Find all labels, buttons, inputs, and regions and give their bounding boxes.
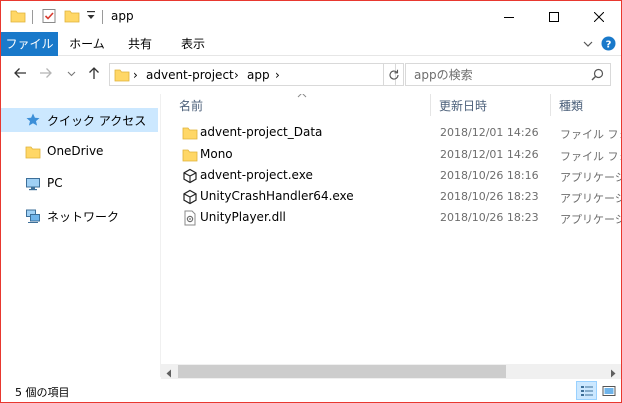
- refresh-button[interactable]: [383, 63, 404, 86]
- unity-icon: [182, 189, 198, 208]
- breadcrumb-chevron-icon[interactable]: ›: [234, 68, 239, 82]
- file-type: アプリケーション: [560, 213, 621, 226]
- scrollbar-thumb[interactable]: [178, 365, 506, 378]
- refresh-icon: [388, 69, 399, 80]
- file-date: 2018/10/26 18:16: [440, 169, 539, 182]
- breadcrumb-advent-project[interactable]: advent-project: [146, 68, 234, 82]
- minimize-icon: [503, 16, 514, 18]
- maximize-button[interactable]: [531, 1, 576, 32]
- file-name: UnityCrashHandler64.exe: [200, 189, 354, 203]
- minimize-button[interactable]: [486, 1, 531, 32]
- breadcrumb-chevron-icon[interactable]: ›: [133, 68, 138, 82]
- status-bar: 5 個の項目: [1, 379, 621, 402]
- column-divider[interactable]: [430, 94, 431, 116]
- sidebar-item-pc[interactable]: PC: [1, 172, 158, 196]
- back-arrow-icon[interactable]: [13, 66, 27, 80]
- close-icon: [593, 11, 604, 22]
- recent-locations-icon[interactable]: [67, 69, 76, 78]
- unity-icon: [182, 168, 198, 187]
- file-type: ファイル フォル: [560, 150, 621, 163]
- search-icon[interactable]: [591, 68, 604, 84]
- up-arrow-icon[interactable]: [87, 66, 101, 80]
- tab-home[interactable]: ホーム: [61, 32, 113, 56]
- tab-view[interactable]: 表示: [167, 32, 219, 56]
- folder-icon: [10, 8, 26, 27]
- sidebar-item-quick-access[interactable]: クイック アクセス: [1, 108, 158, 132]
- file-name: Mono: [200, 147, 233, 161]
- navigation-bar: › advent-project › app ›: [1, 56, 621, 94]
- svg-text:?: ?: [606, 40, 612, 51]
- column-header-name[interactable]: 名前: [179, 97, 203, 119]
- large-icons-view-icon: [602, 385, 615, 396]
- details-view-icon: [580, 385, 593, 396]
- dll-icon: [182, 210, 198, 229]
- file-name: advent-project.exe: [200, 168, 313, 182]
- file-row-unity-player-dll[interactable]: UnityPlayer.dll 2018/10/26 18:23 アプリケーショ…: [171, 207, 621, 228]
- sidebar-item-onedrive[interactable]: OneDrive: [1, 140, 158, 164]
- help-icon[interactable]: ?: [601, 36, 616, 54]
- file-row-advent-project-data[interactable]: advent-project_Data 2018/12/01 14:26 ファイ…: [171, 122, 621, 143]
- ribbon-tabs: ファイル ホーム 共有 表示 ?: [1, 32, 621, 56]
- file-date: 2018/10/26 18:23: [440, 211, 539, 224]
- properties-icon[interactable]: [41, 8, 57, 27]
- explorer-window: app ファイル ホーム 共有 表示 ? › advent-project › …: [0, 0, 622, 403]
- item-count: 5 個の項目: [15, 386, 70, 399]
- address-bar[interactable]: › advent-project › app ›: [109, 63, 477, 86]
- folder-icon: [182, 147, 198, 166]
- file-type: アプリケーション: [560, 171, 621, 184]
- star-icon: [25, 112, 41, 131]
- folder-icon: [25, 144, 41, 163]
- close-button[interactable]: [576, 1, 621, 32]
- forward-arrow-icon[interactable]: [39, 66, 53, 80]
- sidebar-item-label: OneDrive: [47, 144, 104, 158]
- file-name: UnityPlayer.dll: [200, 210, 286, 224]
- search-box[interactable]: [405, 63, 611, 86]
- horizontal-scrollbar[interactable]: [161, 364, 621, 379]
- sort-ascending-icon: [297, 94, 307, 102]
- folder-icon: [182, 125, 198, 144]
- network-icon: [25, 208, 41, 227]
- file-row-unity-crash-handler[interactable]: UnityCrashHandler64.exe 2018/10/26 18:23…: [171, 186, 621, 207]
- breadcrumb-chevron-icon[interactable]: ›: [275, 68, 280, 82]
- sidebar-item-label: PC: [47, 176, 63, 190]
- file-name: advent-project_Data: [200, 125, 323, 139]
- title-separator: [102, 10, 103, 24]
- breadcrumb-app[interactable]: app: [247, 68, 270, 82]
- sidebar-item-network[interactable]: ネットワーク: [1, 204, 158, 228]
- folder-icon: [114, 67, 130, 86]
- file-list: 名前 更新日時 種類 advent-project_Data 2018/12/0…: [161, 94, 621, 364]
- large-icons-view-button[interactable]: [598, 381, 619, 400]
- sidebar-item-label: ネットワーク: [47, 210, 120, 224]
- file-date: 2018/12/01 14:26: [440, 148, 539, 161]
- details-view-button[interactable]: [576, 381, 597, 400]
- search-input[interactable]: [414, 66, 584, 83]
- new-folder-icon[interactable]: [64, 8, 80, 27]
- file-date: 2018/12/01 14:26: [440, 126, 539, 139]
- navigation-pane: クイック アクセス OneDrive PC ネットワーク: [1, 94, 160, 377]
- sidebar-item-label: クイック アクセス: [47, 114, 147, 128]
- pc-icon: [25, 176, 41, 195]
- tab-share[interactable]: 共有: [115, 32, 165, 56]
- window-title: app: [111, 9, 134, 23]
- file-date: 2018/10/26 18:23: [440, 190, 539, 203]
- file-type: ファイル フォル: [560, 128, 621, 141]
- column-header-date[interactable]: 更新日時: [439, 97, 487, 119]
- file-row-advent-project-exe[interactable]: advent-project.exe 2018/10/26 18:16 アプリケ…: [171, 165, 621, 186]
- column-divider[interactable]: [550, 94, 551, 116]
- quick-access-dropdown-icon[interactable]: [86, 10, 96, 25]
- file-type: アプリケーション: [560, 192, 621, 205]
- title-separator: [32, 10, 33, 24]
- column-header-type[interactable]: 種類: [559, 97, 583, 119]
- title-bar: app: [1, 1, 621, 32]
- tab-file[interactable]: ファイル: [1, 32, 58, 56]
- chevron-down-icon[interactable]: [582, 38, 594, 53]
- file-row-mono[interactable]: Mono 2018/12/01 14:26 ファイル フォル: [171, 144, 621, 165]
- maximize-icon: [548, 11, 559, 22]
